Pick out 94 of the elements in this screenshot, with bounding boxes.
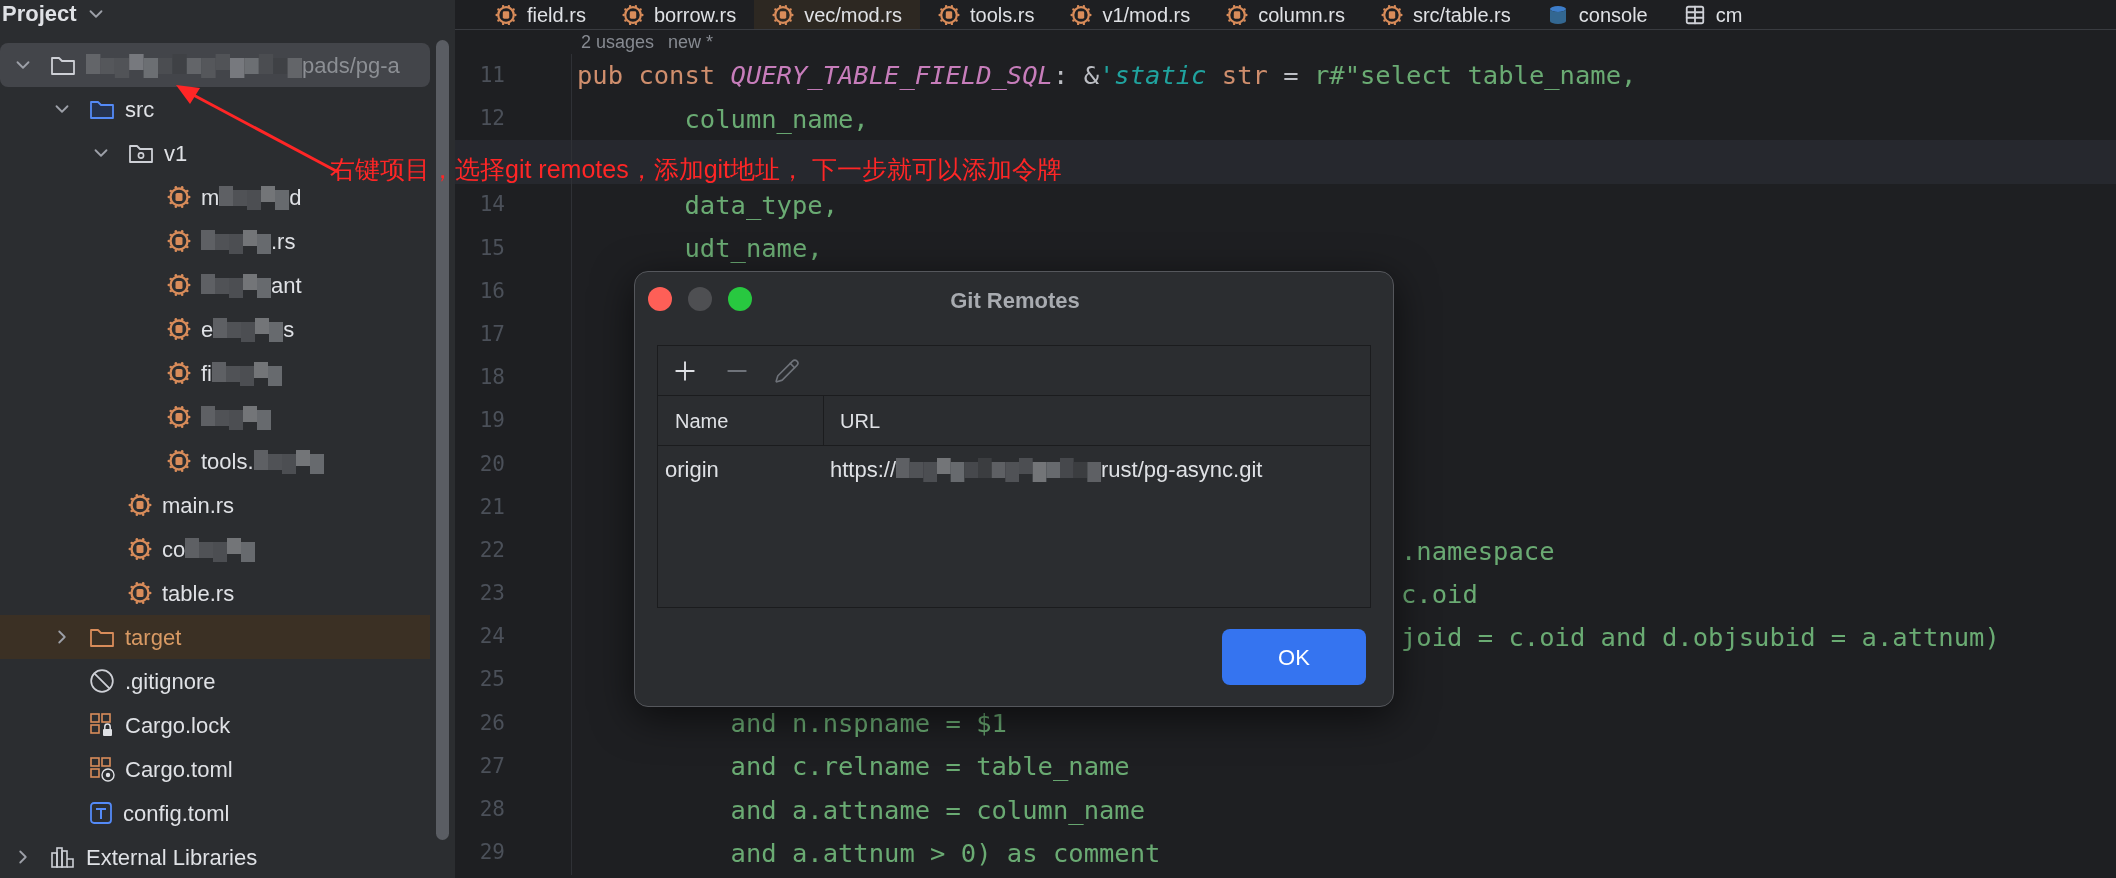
cog-icon [128,537,152,561]
editor-tab[interactable]: borrow.rs [603,0,755,29]
tree-item-label: tools. [201,447,254,476]
tree-item-label: s [283,315,295,344]
cog-icon [167,185,191,209]
tree-item[interactable]: config.toml [0,791,238,835]
table-cell-text: rust/pg-async.git [1101,455,1263,484]
tree-item[interactable]: tools. [0,439,332,483]
tree-item-label: src [125,95,155,124]
prohibited-icon [89,668,115,694]
tree-item[interactable]: e s [0,307,303,351]
cog-icon [167,449,191,473]
blocks-lock-icon [89,712,115,738]
code-line: pub const QUERY_TABLE_FIELD_SQL: &'static str = r#"select table_name, [577,60,1637,91]
editor-tab[interactable]: console [1528,0,1666,29]
code-line: data_type, [683,190,838,221]
cog-icon [772,3,795,26]
cog-icon [495,3,517,26]
tree-item-label: v1 [164,139,188,168]
tree-item-label: m [201,183,220,212]
tree-item-label: Cargo.lock [125,711,231,740]
tree-item-label: table.rs [162,579,235,608]
editor-tab[interactable]: column.rs [1208,0,1363,29]
editor-tab[interactable]: vec/mod.rs [754,0,920,29]
scrollbar-thumb[interactable] [436,40,449,840]
tree-item-label: e [201,315,214,344]
tree-item-label: d [289,183,302,212]
cog-icon [1070,3,1093,26]
editor-tab[interactable]: field.rs [477,0,604,29]
tree-item[interactable]: v1 [0,131,196,175]
editor-tab[interactable]: src/table.rs [1362,0,1529,29]
table-icon [1683,3,1706,26]
code-line: and a.attnum > 0) as comment [729,837,1161,868]
cog-icon [128,581,152,605]
cog-icon [167,273,191,297]
table-cell-text: https:// [830,455,897,484]
tree-item-label: .gitignore [125,667,216,696]
inlay-hint[interactable]: new * [668,28,714,56]
tree-item[interactable]: src [0,87,163,131]
dialog-title: Git Remotes [949,287,1081,315]
column-header[interactable]: URL [824,396,1370,445]
ok-button[interactable]: OK [1222,629,1366,685]
inlay-hint[interactable]: 2 usages [581,28,655,56]
tree-item[interactable]: table.rs [0,571,243,615]
close-button[interactable] [648,287,672,311]
tree-item-label: main.rs [162,491,235,520]
panel-title: Project [2,0,77,28]
code-line: and n.nspname = $1 [729,708,1007,739]
tree-item[interactable]: m d [0,175,310,219]
tree-item-label: pads/pg-a [302,51,400,80]
zoom-button[interactable] [728,287,752,311]
books-icon [50,845,76,869]
code-line: joid = c.oid and d.objsubid = a.attnum) [1401,621,2000,652]
annotation-text: 右键项目，选择git remotes，添加git地址， 下一步就可以添加令牌 [330,154,1062,185]
cog-icon [621,3,644,26]
cog-icon [937,3,960,26]
tree-item[interactable]: .gitignore [0,659,224,703]
tree-item[interactable]: Cargo.toml [0,747,241,791]
tree-item[interactable]: Cargo.lock [0,703,239,747]
tree-item[interactable]: co [0,527,264,571]
tree-item-label: config.toml [123,799,230,828]
tree-item[interactable]: target [0,615,430,659]
cog-icon [1226,3,1249,26]
cog-icon [167,229,191,253]
tree-item[interactable]: .rs [0,219,304,263]
code-line: and c.relname = table_name [729,751,1130,782]
tree-item-label: target [125,623,182,652]
tree-item-label: ant [271,271,302,300]
editor-tab[interactable]: tools.rs [919,0,1053,29]
tree-item-label: Cargo.toml [125,755,233,784]
table-cell-text: origin [664,455,720,484]
cog-icon [1380,3,1403,26]
tree-item[interactable]: ant [0,263,310,307]
cog-icon [167,317,191,341]
code-line: and a.attname = column_name [729,794,1146,825]
editor-tab[interactable]: cm [1665,0,1761,29]
cog-icon [167,405,191,429]
tree-item[interactable]: External Libraries [0,835,266,878]
tree-item[interactable]: main.rs [0,483,243,527]
editor-tab[interactable]: v1/mod.rs [1052,0,1209,29]
cog-icon [167,361,191,385]
tree-item[interactable]: fi [0,351,290,395]
code-line: c.oid [1401,578,1478,609]
code-line: column_name, [683,103,869,134]
square-icon [89,801,113,825]
cog-icon [128,493,152,517]
code-line: udt_name, [683,233,823,264]
tree-item-label: External Libraries [86,843,258,872]
blocks-badge-icon [89,756,115,782]
column-header[interactable]: Name [658,396,824,445]
tree-item-label: .rs [271,227,296,256]
tree-item-label: fi [201,359,212,388]
code-line: .namespace [1401,535,1555,566]
tree-item-label: co [162,535,186,564]
